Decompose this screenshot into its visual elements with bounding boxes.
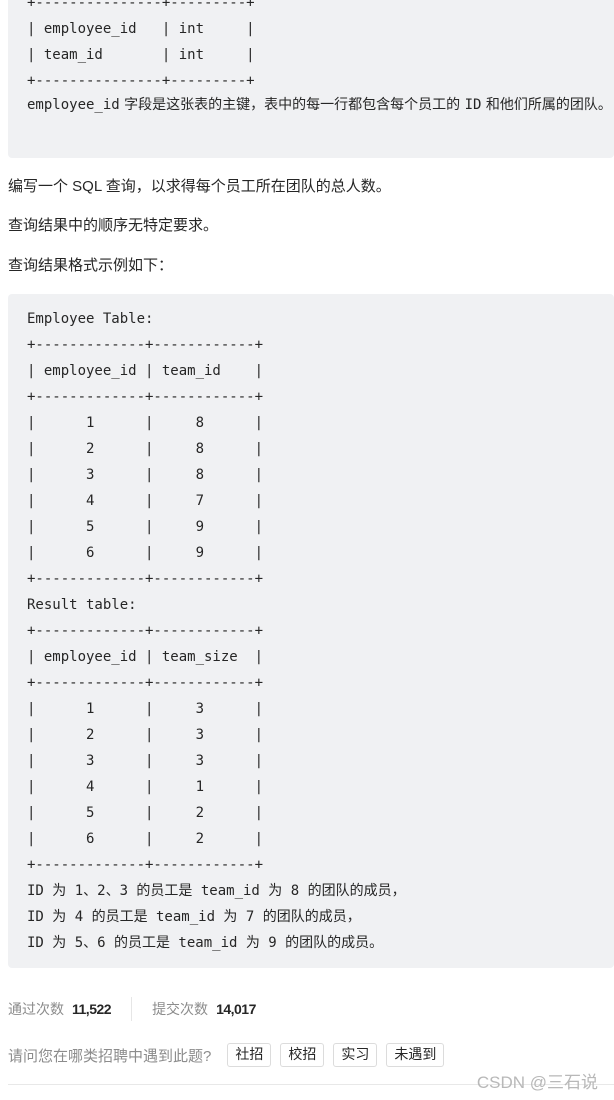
table-border: +-------------+------------+ (27, 389, 264, 405)
result-table-title: Result table: (27, 597, 137, 613)
result-table-row: | 1 | 3 | (27, 701, 264, 717)
result-table-row: | 6 | 2 | (27, 831, 264, 847)
result-table-row: | 4 | 1 | (27, 779, 264, 795)
employee-table-row: | 6 | 9 | (27, 545, 264, 561)
table-border: +-------------+------------+ (27, 857, 264, 873)
explanation-line: ID 为 4 的员工是 team_id 为 7 的团队的成员， (27, 909, 361, 925)
format-note: 查询结果格式示例如下： (8, 257, 174, 274)
desc-text: 字段是这张表的主键，表中的每一行都包含每个员工的 (119, 97, 465, 113)
watermark: CSDN @三石说 (476, 1073, 598, 1092)
stats-bar: 通过次数 11,522 提交次数 14,017 (8, 997, 256, 1021)
survey-option-not-encountered[interactable]: 未遇到 (386, 1043, 445, 1067)
accepted-label: 通过次数 (8, 1001, 64, 1017)
result-table-header-row: | employee_id | team_size | (27, 649, 264, 665)
accepted-value: 11,522 (72, 1001, 112, 1017)
employee-table-row: | 5 | 9 | (27, 519, 264, 535)
stats-divider (131, 997, 133, 1021)
example-code-block: Employee Table: +-------------+----------… (8, 294, 614, 968)
employee-table-row: | 2 | 8 | (27, 441, 264, 457)
survey-option-social-recruit[interactable]: 社招 (227, 1043, 272, 1067)
result-table-row: | 2 | 3 | (27, 727, 264, 743)
schema-line: +---------------+---------+ (27, 0, 255, 11)
result-table-row: | 5 | 2 | (27, 805, 264, 821)
desc-text2: 和他们所属的团队。 (481, 97, 612, 113)
employee-table-title: Employee Table: (27, 311, 154, 327)
order-note: 查询结果中的顺序无特定要求。 (8, 217, 219, 234)
employee-table-row: | 4 | 7 | (27, 493, 264, 509)
survey-option-internship[interactable]: 实习 (333, 1043, 378, 1067)
employee-table-row: | 3 | 8 | (27, 467, 264, 483)
desc-code: employee_id (27, 97, 120, 113)
survey-question: 请问您在哪类招聘中遇到此题? (8, 1047, 212, 1065)
schema-line: | team_id | int | (27, 47, 255, 63)
explanation-line: ID 为 1、2、3 的员工是 team_id 为 8 的团队的成员， (27, 883, 406, 899)
schema-code-block: +---------------+---------+ | employee_i… (8, 0, 614, 158)
employee-table-header-row: | employee_id | team_id | (27, 363, 264, 379)
result-table-row: | 3 | 3 | (27, 753, 264, 769)
schema-line: | employee_id | int | (27, 21, 255, 37)
problem-statement: 编写一个 SQL 查询，以求得每个员工所在团队的总人数。 (8, 178, 391, 195)
employee-table-row: | 1 | 8 | (27, 415, 264, 431)
recruitment-survey: 请问您在哪类招聘中遇到此题? 社招 校招 实习 未遇到 (8, 1043, 453, 1067)
submissions-label: 提交次数 (152, 1001, 209, 1017)
table-border: +-------------+------------+ (27, 337, 264, 353)
submissions-value: 14,017 (216, 1001, 256, 1017)
survey-option-campus-recruit[interactable]: 校招 (280, 1043, 325, 1067)
desc-code2: ID (464, 97, 482, 113)
table-border: +-------------+------------+ (27, 623, 264, 639)
table-border: +-------------+------------+ (27, 675, 264, 691)
schema-description: employee_id 字段是这张表的主键，表中的每一行都包含每个员工的 ID … (27, 93, 612, 118)
explanation-line: ID 为 5、6 的员工是 team_id 为 9 的团队的成员。 (27, 935, 384, 951)
schema-line: +---------------+---------+ (27, 73, 255, 89)
table-border: +-------------+------------+ (27, 571, 264, 587)
